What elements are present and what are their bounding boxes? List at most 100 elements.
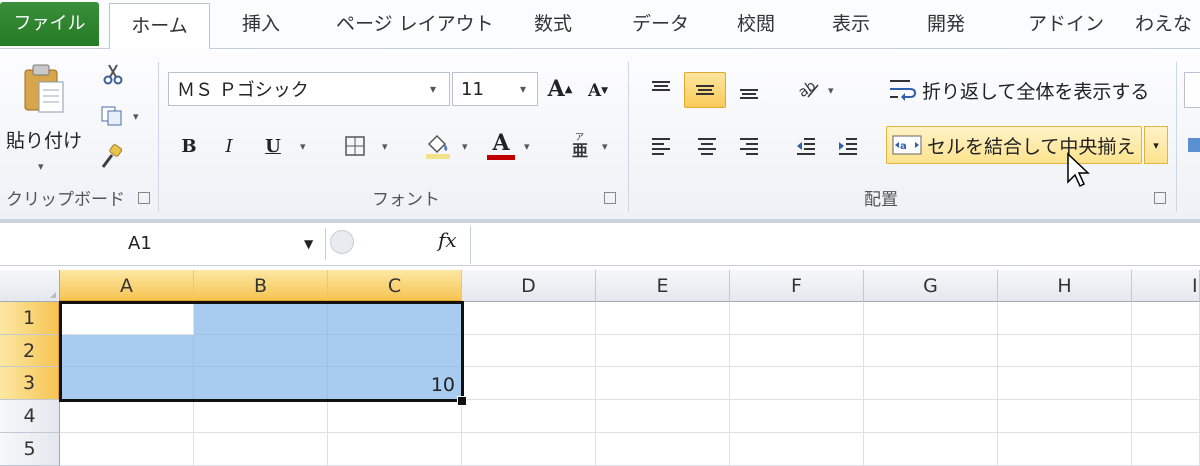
row-header-2[interactable]: 2 <box>0 335 60 367</box>
cell[interactable] <box>60 433 194 466</box>
tab-view[interactable]: 表示 <box>832 0 870 48</box>
cell[interactable] <box>194 433 328 466</box>
cell-a3[interactable] <box>60 367 194 400</box>
cell-c2[interactable] <box>328 335 462 367</box>
increase-indent-icon[interactable] <box>832 130 864 162</box>
font-size-dropdown-icon[interactable]: ▾ <box>520 82 526 96</box>
tab-extra[interactable]: わえな <box>1135 0 1192 48</box>
insert-function-icon[interactable]: fx <box>438 228 457 252</box>
paste-label[interactable]: 貼り付け <box>6 126 82 153</box>
column-header-a[interactable]: A <box>60 270 194 302</box>
cell[interactable] <box>462 367 596 400</box>
cell[interactable] <box>60 400 194 433</box>
paste-button[interactable] <box>8 58 78 120</box>
cell-b3[interactable] <box>194 367 328 400</box>
column-header-f[interactable]: F <box>730 270 864 302</box>
italic-button[interactable]: I <box>214 130 244 162</box>
cell-b2[interactable] <box>194 335 328 367</box>
select-all-button[interactable] <box>0 270 60 302</box>
merge-center-dropdown-icon[interactable]: ▾ <box>1144 126 1168 164</box>
cell[interactable] <box>730 433 864 466</box>
tab-data[interactable]: データ <box>632 0 689 48</box>
cell[interactable] <box>730 302 864 335</box>
alignment-launcher-icon[interactable]: . <box>1154 192 1166 204</box>
cell[interactable] <box>1132 400 1200 433</box>
cell[interactable] <box>596 400 730 433</box>
font-name-dropdown-icon[interactable]: ▾ <box>430 82 436 96</box>
fill-color-icon[interactable] <box>420 128 456 162</box>
phonetic-dropdown-icon[interactable]: ▾ <box>602 140 608 153</box>
copy-icon[interactable] <box>96 102 128 130</box>
accounting-format-icon[interactable] <box>1186 130 1200 160</box>
cell[interactable] <box>998 433 1132 466</box>
align-right-icon[interactable] <box>732 130 766 162</box>
number-format-box[interactable] <box>1184 72 1200 108</box>
cell[interactable] <box>864 335 998 367</box>
tab-file[interactable]: ファイル <box>0 2 99 46</box>
row-header-4[interactable]: 4 <box>0 400 60 433</box>
cell[interactable] <box>194 400 328 433</box>
decrease-indent-icon[interactable] <box>790 130 822 162</box>
cut-icon[interactable] <box>98 60 128 88</box>
cell[interactable] <box>730 367 864 400</box>
cell[interactable] <box>596 367 730 400</box>
clipboard-launcher-icon[interactable]: . <box>138 192 150 204</box>
tab-page-layout[interactable]: ページ レイアウト <box>336 0 494 48</box>
cell[interactable] <box>328 433 462 466</box>
cell-a1[interactable] <box>60 302 194 335</box>
row-header-3[interactable]: 3 <box>0 367 60 400</box>
cell[interactable] <box>1132 335 1200 367</box>
cell[interactable] <box>864 433 998 466</box>
row-header-5[interactable]: 5 <box>0 433 60 466</box>
orientation-icon[interactable]: ab <box>792 72 826 106</box>
cell[interactable] <box>462 335 596 367</box>
font-launcher-icon[interactable]: . <box>604 192 616 204</box>
cell[interactable] <box>864 400 998 433</box>
column-header-i[interactable]: I <box>1132 270 1200 302</box>
cell[interactable] <box>462 302 596 335</box>
tab-developer[interactable]: 開発 <box>927 0 965 48</box>
orientation-dropdown-icon[interactable]: ▾ <box>828 84 834 97</box>
formula-input[interactable] <box>476 228 1196 260</box>
tab-insert[interactable]: 挿入 <box>242 0 280 48</box>
bold-button[interactable]: B <box>174 130 204 162</box>
cell[interactable] <box>596 335 730 367</box>
column-header-b[interactable]: B <box>194 270 328 302</box>
cell[interactable] <box>1132 302 1200 335</box>
column-header-e[interactable]: E <box>596 270 730 302</box>
underline-button[interactable]: U <box>258 130 288 162</box>
cell[interactable] <box>1132 367 1200 400</box>
phonetic-guide-icon[interactable]: ア亜 <box>566 126 596 164</box>
cell-a2[interactable] <box>60 335 194 367</box>
cell[interactable] <box>328 400 462 433</box>
name-box[interactable]: A1 ▼ <box>0 228 326 260</box>
cell[interactable] <box>596 302 730 335</box>
formula-bar-handle-icon[interactable] <box>330 230 354 254</box>
merge-center-button[interactable]: a セルを結合して中央揃え <box>886 126 1142 164</box>
fill-handle[interactable] <box>457 396 467 406</box>
column-header-c[interactable]: C <box>328 270 462 302</box>
cell-c1[interactable] <box>328 302 462 335</box>
shrink-font-icon[interactable]: A ▼ <box>584 76 612 106</box>
cell[interactable] <box>864 367 998 400</box>
row-header-1[interactable]: 1 <box>0 302 60 335</box>
tab-home[interactable]: ホーム <box>109 3 210 49</box>
paste-dropdown-icon[interactable]: ▾ <box>38 160 44 173</box>
align-left-icon[interactable] <box>644 130 678 162</box>
underline-dropdown-icon[interactable]: ▾ <box>300 140 306 153</box>
cell[interactable] <box>864 302 998 335</box>
cell[interactable] <box>998 335 1132 367</box>
tab-review[interactable]: 校閲 <box>737 0 775 48</box>
tab-formulas[interactable]: 数式 <box>534 0 572 48</box>
font-name-box[interactable]: ＭＳ Ｐゴシック <box>168 72 450 106</box>
cell[interactable] <box>998 302 1132 335</box>
cell[interactable] <box>730 400 864 433</box>
column-header-d[interactable]: D <box>462 270 596 302</box>
align-center-icon[interactable] <box>690 130 724 162</box>
cell-c3[interactable]: 10 <box>328 367 462 400</box>
font-color-button[interactable]: A <box>484 126 518 164</box>
fill-color-dropdown-icon[interactable]: ▾ <box>462 140 468 153</box>
align-middle-icon[interactable] <box>684 72 726 108</box>
cell-b1[interactable] <box>194 302 328 335</box>
format-painter-icon[interactable] <box>96 142 128 172</box>
